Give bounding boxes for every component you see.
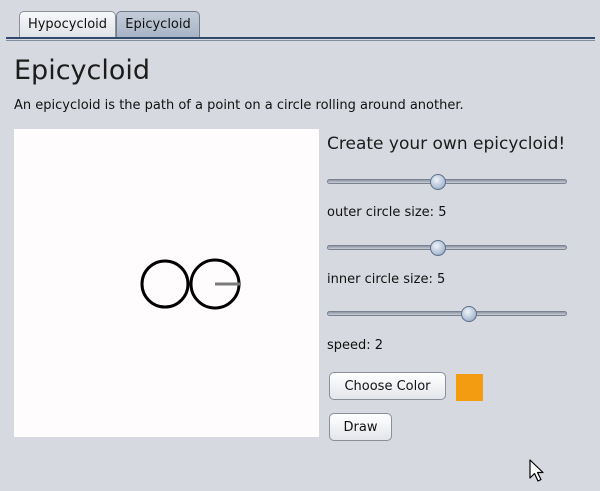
drawing-canvas[interactable] — [14, 129, 319, 437]
speed-slider[interactable] — [327, 306, 567, 322]
tab-divider-shadow — [6, 40, 595, 41]
arrow-cursor-icon — [529, 459, 544, 482]
slider-thumb[interactable] — [430, 174, 446, 190]
tab-hypocycloid[interactable]: Hypocycloid — [19, 11, 116, 37]
tab-epicycloid[interactable]: Epicycloid — [116, 11, 200, 37]
epicycloid-drawing — [140, 258, 241, 310]
draw-button[interactable]: Draw — [329, 413, 392, 441]
panel-heading: Create your own epicycloid! — [327, 134, 566, 154]
slider-track[interactable] — [327, 245, 567, 250]
choose-color-button[interactable]: Choose Color — [329, 372, 446, 400]
page-title: Epicycloid — [14, 55, 151, 86]
outer-circle-slider[interactable] — [327, 174, 567, 190]
slider-track[interactable] — [327, 179, 567, 184]
fixed-circle — [140, 259, 190, 309]
slider-track[interactable] — [327, 311, 567, 316]
outer-circle-size-label: outer circle size: 5 — [327, 205, 447, 220]
tab-bar: Hypocycloid Epicycloid — [0, 0, 600, 41]
selected-color-swatch — [456, 374, 483, 401]
tab-divider — [6, 37, 595, 39]
inner-circle-slider[interactable] — [327, 240, 567, 256]
speed-label: speed: 2 — [327, 338, 384, 353]
slider-thumb[interactable] — [461, 306, 477, 322]
slider-thumb[interactable] — [430, 240, 446, 256]
inner-circle-size-label: inner circle size: 5 — [327, 272, 446, 287]
page-description: An epicycloid is the path of a point on … — [14, 98, 464, 113]
